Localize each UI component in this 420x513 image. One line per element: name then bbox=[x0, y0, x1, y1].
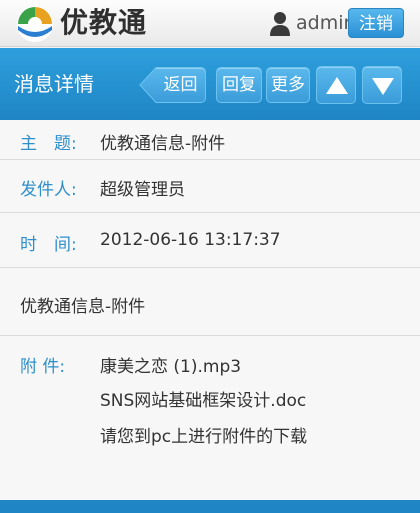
content-spacer bbox=[0, 453, 420, 500]
back-arrow-icon[interactable] bbox=[139, 67, 157, 103]
subject-label: 主 题: bbox=[20, 134, 77, 154]
previous-message-button[interactable] bbox=[316, 66, 356, 104]
subject-row: 主 题: 优教通信息-附件 bbox=[0, 120, 420, 160]
attachment-item[interactable]: 康美之恋 (1).mp3 bbox=[100, 352, 241, 377]
back-button[interactable]: 返回 bbox=[156, 67, 206, 103]
sender-label: 发件人: bbox=[20, 180, 77, 200]
app-title: 优教通 bbox=[60, 6, 148, 39]
logout-button[interactable]: 注销 bbox=[348, 8, 404, 38]
bottom-bar bbox=[0, 500, 420, 513]
time-label: 时 间: bbox=[20, 235, 77, 255]
attachments-label: 附 件: bbox=[20, 357, 66, 377]
attachments-row: 附 件: 康美之恋 (1).mp3 SNS网站基础框架设计.doc 请您到pc上… bbox=[0, 336, 420, 453]
sender-value: 超级管理员 bbox=[100, 180, 185, 200]
time-row: 时 间: 2012-06-16 13:17:37 bbox=[0, 213, 420, 268]
sender-row: 发件人: 超级管理员 bbox=[0, 160, 420, 213]
time-value: 2012-06-16 13:17:37 bbox=[100, 230, 281, 250]
message-toolbar: 消息详情 返回 回复 更多 bbox=[0, 48, 420, 120]
reply-button[interactable]: 回复 bbox=[216, 67, 262, 103]
message-body-row: 优教通信息-附件 bbox=[0, 268, 420, 336]
user-icon bbox=[270, 12, 290, 36]
next-message-button[interactable] bbox=[362, 66, 402, 104]
more-button[interactable]: 更多 bbox=[266, 67, 310, 103]
subject-value: 优教通信息-附件 bbox=[100, 134, 226, 154]
page-title: 消息详情 bbox=[14, 72, 94, 96]
message-body: 优教通信息-附件 bbox=[20, 297, 146, 317]
logo-icon bbox=[17, 6, 53, 42]
chevron-up-icon bbox=[326, 77, 348, 94]
username: admin bbox=[296, 12, 356, 34]
app-header: 优教通 admin 注销 bbox=[0, 0, 420, 47]
attachment-note: 请您到pc上进行附件的下载 bbox=[100, 427, 308, 447]
chevron-down-icon bbox=[372, 78, 394, 95]
attachment-item[interactable]: SNS网站基础框架设计.doc bbox=[100, 386, 306, 411]
